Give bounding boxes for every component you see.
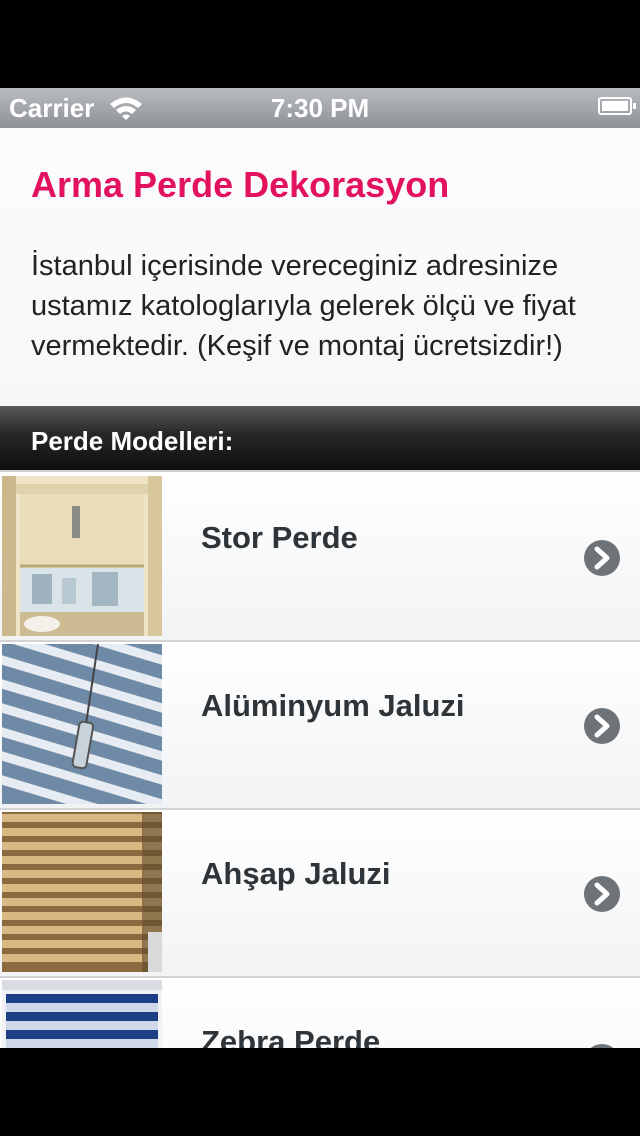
status-bar: Carrier 7:30 PM [0,88,640,128]
chevron-right-icon[interactable] [584,1044,620,1048]
aluminyum-jaluzi-thumbnail [2,644,162,804]
chevron-right-icon[interactable] [584,540,620,576]
list-item-ahsap-jaluzi[interactable]: Ahşap Jaluzi [0,810,640,978]
list-item-label: Zebra Perde [201,1024,381,1048]
list-item-label: Stor Perde [201,520,358,555]
chevron-right-icon[interactable] [584,876,620,912]
page-description: İstanbul içerisinde vereceginiz adresini… [31,250,576,362]
curtain-model-list: Stor Perde Alüminyum Jaluzi Ahşap Jaluzi… [0,474,640,1048]
stor-perde-thumbnail [2,476,162,636]
list-item-label: Ahşap Jaluzi [201,856,391,891]
list-item-zebra-perde[interactable]: Zebra Perde [0,978,640,1048]
zebra-perde-thumbnail [2,980,162,1048]
status-time: 7:30 PM [270,93,370,123]
section-header: Perde Modelleri: [0,406,640,472]
page-header: Arma Perde Dekorasyon İstanbul içerisind… [0,128,640,406]
list-item-stor-perde[interactable]: Stor Perde [0,474,640,642]
page-title: Arma Perde Dekorasyon [31,164,450,205]
ahsap-jaluzi-thumbnail [2,812,162,972]
app-screen: Carrier 7:30 PM Arma Perde Dekorasyon İs… [0,88,640,1048]
section-title: Perde Modelleri: [31,426,234,456]
chevron-right-icon[interactable] [584,708,620,744]
battery-icon [598,97,636,115]
list-item-label: Alüminyum Jaluzi [201,688,465,723]
list-item-aluminyum-jaluzi[interactable]: Alüminyum Jaluzi [0,642,640,810]
